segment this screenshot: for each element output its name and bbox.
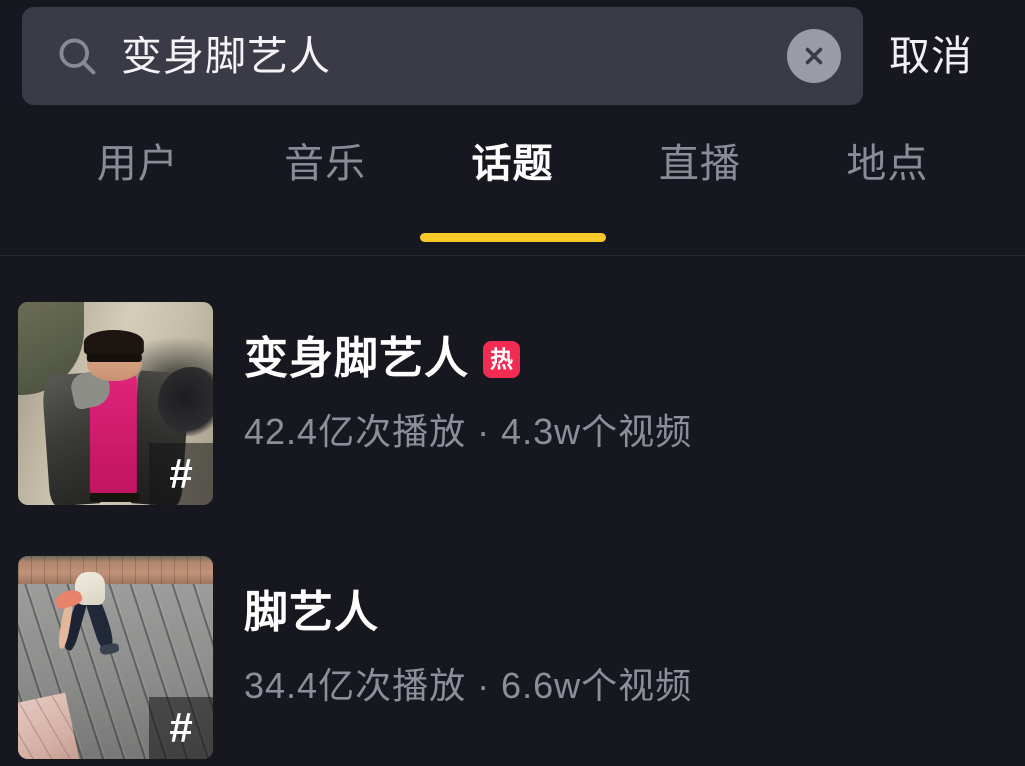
topic-title: 变身脚艺人 bbox=[244, 334, 469, 383]
topic-info: 脚艺人 34.4亿次播放 · 6.6w个视频 bbox=[213, 556, 1003, 706]
tab-topics[interactable]: 话题 bbox=[419, 112, 606, 255]
topic-thumbnail[interactable]: # bbox=[18, 556, 213, 759]
status-badge: 热 bbox=[483, 340, 520, 378]
topic-title: 脚艺人 bbox=[244, 588, 379, 637]
tab-label: 音乐 bbox=[284, 142, 367, 186]
list-item[interactable]: # 变身脚艺人 热 42.4亿次播放 · 4.3w个视频 bbox=[0, 302, 1025, 505]
topic-stats: 34.4亿次播放 · 6.6w个视频 bbox=[244, 665, 693, 707]
hashtag-overlay-icon: # bbox=[149, 443, 213, 505]
tab-label: 直播 bbox=[658, 142, 741, 186]
search-icon bbox=[55, 34, 99, 78]
thumbnail-subject bbox=[53, 572, 133, 657]
tab-locations[interactable]: 地点 bbox=[794, 112, 981, 255]
search-tabs: 用户 音乐 话题 直播 地点 bbox=[0, 112, 1025, 255]
cancel-button[interactable]: 取消 bbox=[889, 35, 993, 77]
tab-live[interactable]: 直播 bbox=[606, 112, 793, 255]
tab-users[interactable]: 用户 bbox=[44, 112, 231, 255]
tab-indicator bbox=[419, 233, 606, 242]
topic-title-row: 脚艺人 bbox=[244, 588, 1003, 637]
search-header: 变身脚艺人 取消 bbox=[0, 0, 1025, 112]
tab-label: 用户 bbox=[96, 142, 179, 186]
tab-label: 地点 bbox=[846, 142, 929, 186]
tab-label: 话题 bbox=[471, 142, 554, 186]
close-icon bbox=[801, 43, 827, 69]
clear-search-button[interactable] bbox=[787, 29, 841, 83]
tab-music[interactable]: 音乐 bbox=[231, 112, 418, 255]
hashtag-overlay-icon: # bbox=[149, 697, 213, 759]
search-input[interactable]: 变身脚艺人 bbox=[22, 7, 863, 105]
search-query-text[interactable]: 变身脚艺人 bbox=[121, 36, 777, 77]
topic-thumbnail[interactable]: # bbox=[18, 302, 213, 505]
topic-results-list: # 变身脚艺人 热 42.4亿次播放 · 4.3w个视频 # 脚艺人 34.4亿… bbox=[0, 256, 1025, 759]
list-item[interactable]: # 脚艺人 34.4亿次播放 · 6.6w个视频 bbox=[0, 556, 1025, 759]
topic-title-row: 变身脚艺人 热 bbox=[244, 334, 1003, 383]
topic-stats: 42.4亿次播放 · 4.3w个视频 bbox=[244, 411, 693, 453]
topic-info: 变身脚艺人 热 42.4亿次播放 · 4.3w个视频 bbox=[213, 302, 1003, 452]
